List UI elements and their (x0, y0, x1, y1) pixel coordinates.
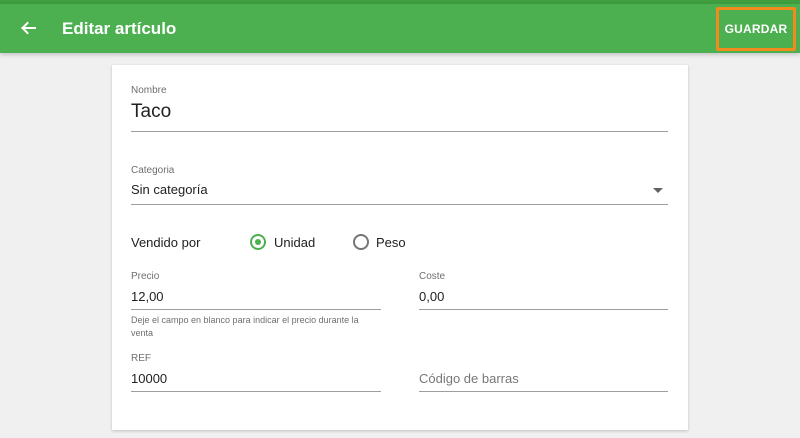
price-input[interactable]: 12,00 (131, 289, 164, 304)
barcode-input[interactable]: Código de barras (419, 371, 668, 389)
radio-unidad-label[interactable]: Unidad (274, 235, 315, 250)
price-underline (131, 309, 381, 310)
app-bar: Editar artículo GUARDAR (0, 4, 800, 53)
radio-peso[interactable] (353, 234, 369, 250)
ref-label: REF (131, 353, 151, 364)
category-select[interactable]: Sin categoría (131, 182, 668, 204)
cost-underline (419, 309, 668, 310)
category-underline (131, 204, 668, 205)
category-label: Categoria (131, 165, 175, 176)
cost-input[interactable]: 0,00 (419, 289, 444, 304)
arrow-left-icon (21, 21, 36, 35)
ref-underline (131, 391, 381, 392)
category-value: Sin categoría (131, 182, 208, 197)
radio-unidad[interactable] (250, 234, 266, 250)
name-label: Nombre (131, 85, 167, 96)
price-helper-text: Deje el campo en blanco para indicar el … (131, 315, 359, 338)
sold-by-label: Vendido por (131, 235, 201, 250)
back-button[interactable] (12, 12, 44, 44)
save-button[interactable]: GUARDAR (716, 7, 796, 51)
radio-peso-label[interactable]: Peso (376, 235, 406, 250)
cost-label: Coste (419, 271, 446, 282)
barcode-placeholder: Código de barras (419, 371, 519, 386)
name-field[interactable]: Taco (131, 101, 171, 123)
page-title: Editar artículo (62, 19, 177, 38)
name-underline (131, 131, 668, 132)
price-label: Precio (131, 271, 160, 282)
caret-down-icon (653, 188, 663, 193)
barcode-underline (419, 391, 668, 392)
ref-input[interactable]: 10000 (131, 371, 167, 386)
item-form-card: Nombre Taco Categoria Sin categoría Vend… (112, 65, 688, 430)
